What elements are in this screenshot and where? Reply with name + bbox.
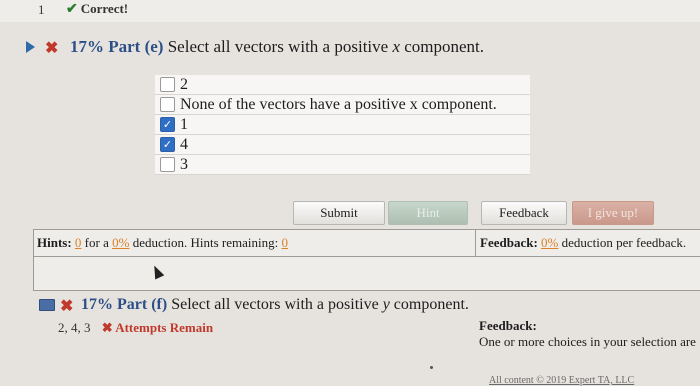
part-f-feedback-title: Feedback: [479, 318, 537, 333]
part-e-prompt-text: Select all vectors with a positive [167, 37, 389, 56]
part-f-prompt-var: y [382, 296, 390, 313]
current-part-arrow-icon [26, 41, 35, 53]
hints-deduction-text: deduction. Hints remaining: [132, 235, 279, 250]
option-checkbox[interactable]: ✓ [160, 137, 175, 152]
option-checkbox[interactable]: ✓ [160, 117, 175, 132]
hints-for-a: for a [84, 235, 109, 250]
answer-options: 2 None of the vectors have a positive x … [155, 75, 530, 175]
part-e-prompt: 17% Part (e) Select all vectors with a p… [70, 37, 484, 57]
hints-label: Hints: [37, 235, 72, 250]
correct-label: Correct! [80, 1, 129, 16]
part-f-answer: 2, 4, 3 ✖ Attempts Remain [58, 320, 213, 336]
option-label: 3 [180, 156, 188, 173]
part-f-prompt-end: component. [393, 296, 469, 313]
option-checkbox[interactable] [160, 97, 175, 112]
feedback-percent: 0% [541, 235, 559, 250]
feedback-deduction-text: deduction per feedback. [561, 235, 687, 250]
hint-button[interactable]: Hint [388, 201, 468, 225]
part-f-weight: 17% [81, 296, 113, 313]
correct-status: ✔ Correct! [66, 1, 128, 18]
feedback-button[interactable]: Feedback [481, 201, 567, 225]
option-checkbox[interactable] [160, 157, 175, 172]
option-row[interactable]: None of the vectors have a positive x co… [155, 95, 530, 115]
part-f-prompt[interactable]: 17% Part (f) Select all vectors with a p… [81, 296, 469, 314]
feedback-label: Feedback: [480, 235, 538, 250]
incorrect-x-icon: ✖ [60, 298, 74, 315]
incorrect-x-icon: ✖ [45, 40, 59, 57]
option-label: 4 [180, 136, 188, 153]
part-e-prompt-end: component. [404, 37, 485, 56]
option-label: 2 [180, 76, 188, 93]
panel-divider [33, 256, 700, 257]
part-e-weight: 17% [70, 37, 104, 56]
part-e-label: Part (e) [108, 37, 164, 56]
option-row[interactable]: ✓ 1 [155, 115, 530, 135]
submitted-answer: 2, 4, 3 [58, 320, 91, 335]
option-row[interactable]: 2 [155, 75, 530, 95]
attempts-remain: ✖ Attempts Remain [102, 320, 213, 335]
attempts-text: Attempts Remain [115, 320, 214, 335]
option-label: None of the vectors have a positive x co… [180, 96, 497, 113]
checkmark-icon: ✔ [66, 2, 78, 17]
panel-column-divider [475, 229, 476, 257]
option-row[interactable]: ✓ 4 [155, 135, 530, 155]
hints-percent: 0% [112, 235, 130, 250]
option-row[interactable]: 3 [155, 155, 530, 175]
part-f-prompt-text: Select all vectors with a positive [171, 296, 379, 313]
option-checkbox[interactable] [160, 77, 175, 92]
collapsed-part-icon[interactable] [39, 299, 55, 311]
hints-info: Hints: 0 for a 0% deduction. Hints remai… [37, 235, 288, 251]
hints-count: 0 [74, 235, 82, 250]
feedback-info: Feedback: 0% deduction per feedback. [480, 235, 686, 251]
submit-button[interactable]: Submit [293, 201, 385, 225]
question-number: 1 [38, 2, 45, 17]
part-f-label: Part (f) [117, 296, 168, 313]
speck [430, 366, 433, 369]
option-label: 1 [180, 116, 188, 133]
hints-remaining: 0 [281, 235, 288, 250]
copyright-footer[interactable]: All content © 2019 Expert TA, LLC [489, 375, 634, 386]
attempts-x-icon: ✖ [101, 320, 113, 335]
part-f-feedback-text: One or more choices in your selection ar… [479, 334, 696, 349]
part-e-prompt-var: x [392, 37, 400, 56]
give-up-button[interactable]: I give up! [572, 201, 654, 225]
